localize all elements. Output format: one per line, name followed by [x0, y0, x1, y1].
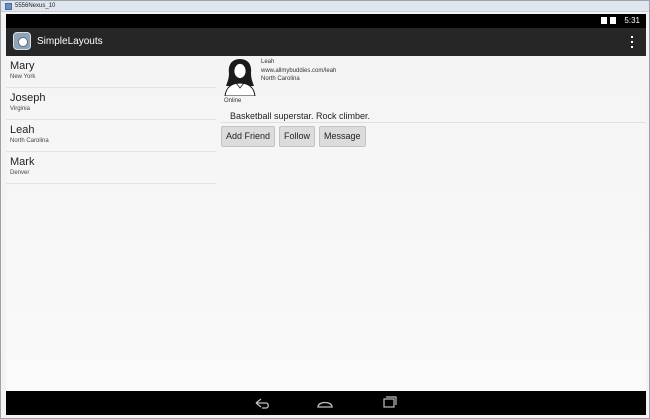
emulator-window: 5556Nexus_10 5:31 SimpleLayouts Mary New… — [0, 0, 650, 419]
detail-bio: Basketball superstar. Rock climber. — [230, 111, 371, 121]
contact-location: New York — [10, 74, 36, 80]
app-title: SimpleLayouts — [37, 36, 103, 47]
contact-name: Leah — [10, 124, 35, 136]
app-icon[interactable] — [13, 32, 31, 50]
back-icon[interactable] — [252, 395, 272, 411]
contact-name: Joseph — [10, 92, 46, 104]
list-item[interactable]: Joseph Virginia — [6, 88, 216, 120]
contact-list: Mary New York Joseph Virginia Leah North… — [6, 56, 216, 184]
follow-button[interactable]: Follow — [279, 126, 316, 147]
person-avatar-icon — [224, 59, 256, 96]
detail-url: www.allmybuddies.com/leah — [261, 68, 337, 74]
home-icon[interactable] — [315, 395, 335, 411]
window-titlebar: 5556Nexus_10 — [1, 1, 649, 12]
contact-name: Mary — [10, 60, 35, 72]
wifi-icon — [601, 17, 607, 24]
action-buttons: Add Friend Follow Message — [221, 126, 366, 147]
message-button[interactable]: Message — [319, 126, 366, 147]
action-bar: SimpleLayouts — [6, 28, 646, 56]
navigation-bar — [6, 391, 646, 415]
status-time: 5:31 — [624, 16, 640, 25]
list-item[interactable]: Mark Denver — [6, 152, 216, 184]
detail-location: North Carolina — [261, 76, 300, 82]
contact-name: Mark — [10, 156, 35, 168]
add-friend-button[interactable]: Add Friend — [221, 126, 276, 147]
window-title: 5556Nexus_10 — [15, 3, 56, 9]
overflow-menu-icon[interactable] — [630, 36, 634, 48]
content-area: Mary New York Joseph Virginia Leah North… — [6, 56, 646, 391]
contact-location: North Carolina — [10, 138, 49, 144]
contact-location: Virginia — [10, 106, 30, 112]
detail-name: Leah — [261, 59, 275, 65]
online-status: Online — [224, 98, 242, 104]
status-bar: 5:31 — [6, 14, 646, 28]
list-item[interactable]: Leah North Carolina — [6, 120, 216, 152]
recent-apps-icon[interactable] — [380, 395, 400, 411]
status-icons — [601, 17, 616, 25]
battery-icon — [610, 17, 616, 24]
contact-location: Denver — [10, 170, 30, 176]
emulator-icon — [5, 3, 12, 10]
list-item[interactable]: Mary New York — [6, 56, 216, 88]
divider — [221, 122, 646, 123]
